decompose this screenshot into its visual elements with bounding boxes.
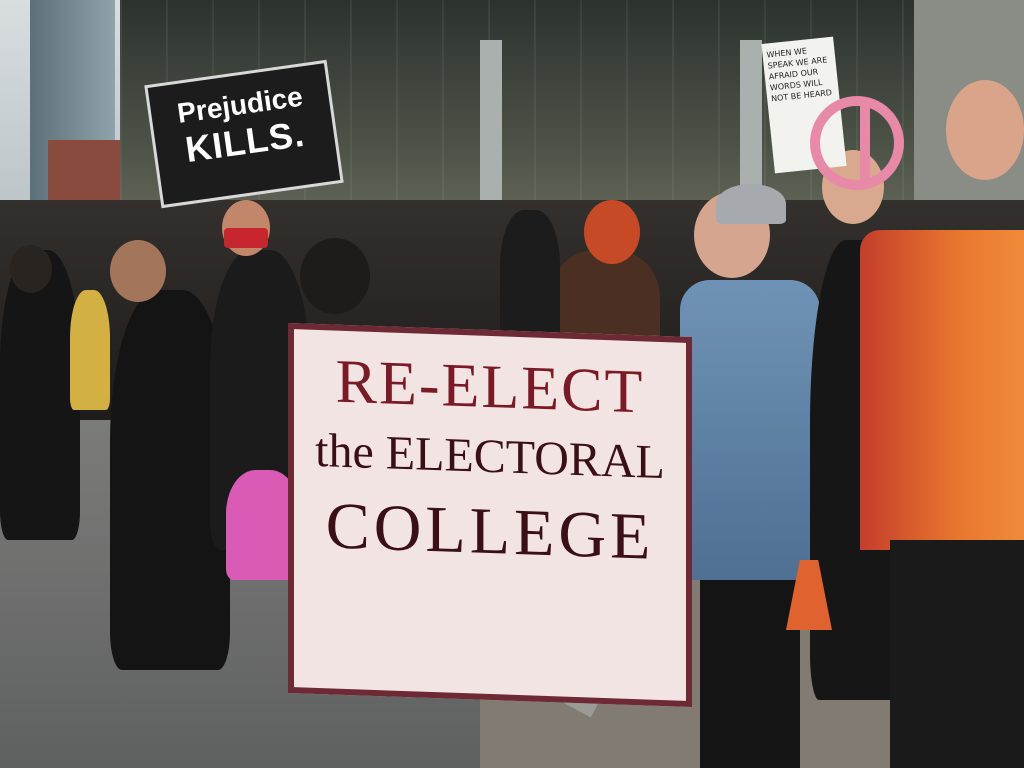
grey-beanie <box>716 184 786 224</box>
protest-photo: Prejudice KILLS. WHEN WE SPEAK WE ARE AF… <box>0 0 1024 768</box>
red-bandana <box>224 228 268 248</box>
peace-sign-icon <box>810 96 904 190</box>
re-elect-banner: RE-ELECT the ELECTORAL COLLEGE <box>288 322 692 708</box>
person-head-face-paint <box>946 80 1024 180</box>
red-hair <box>584 200 640 264</box>
rainbow-flag-cape <box>860 230 1024 550</box>
person-head <box>10 245 52 293</box>
prejudice-kills-sign: Prejudice KILLS. <box>144 59 344 209</box>
denim-jacket-person <box>680 280 820 580</box>
person-head <box>110 240 166 302</box>
person-background <box>500 210 560 350</box>
banner-line-2: the ELECTORAL <box>315 423 665 490</box>
person-jeans <box>890 540 1024 768</box>
person-yellow-jacket <box>70 290 110 410</box>
banner-line-3: COLLEGE <box>325 489 655 574</box>
peace-sign-stroke <box>860 106 870 180</box>
person-left <box>0 250 80 540</box>
person-beanie <box>300 238 370 314</box>
person-legs <box>700 580 800 768</box>
banner-line-1: RE-ELECT <box>335 347 645 427</box>
